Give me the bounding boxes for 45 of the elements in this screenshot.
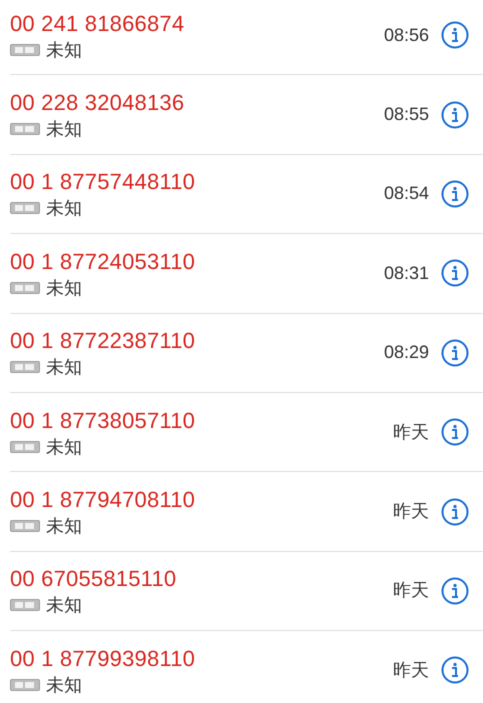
call-time: 昨天 <box>393 420 429 444</box>
call-time: 08:29 <box>384 341 429 364</box>
sim-badge-icon <box>10 282 40 294</box>
caller-label: 未知 <box>46 38 82 61</box>
call-time: 昨天 <box>393 500 429 524</box>
info-icon[interactable] <box>441 338 469 367</box>
sim-badge-icon <box>10 599 40 612</box>
call-time: 08:31 <box>384 262 429 285</box>
caller-label: 未知 <box>46 436 82 458</box>
call-time: 08:54 <box>384 182 429 206</box>
call-time: 昨天 <box>393 579 429 602</box>
info-icon[interactable] <box>441 259 469 288</box>
call-time: 昨天 <box>393 658 429 682</box>
phone-number: 00 1 87757448110 <box>10 168 196 196</box>
sim-badge-icon <box>10 361 40 374</box>
caller-label: 未知 <box>46 276 82 299</box>
caller-label: 未知 <box>46 515 82 538</box>
info-icon[interactable] <box>441 21 469 50</box>
phone-number: 00 241 81866874 <box>10 10 184 38</box>
info-icon[interactable] <box>441 100 469 129</box>
info-icon[interactable] <box>441 656 469 684</box>
call-time: 08:56 <box>384 24 429 47</box>
call-time: 08:55 <box>384 103 429 126</box>
sim-badge-icon <box>10 520 40 532</box>
sim-badge-icon <box>10 123 40 136</box>
caller-label: 未知 <box>46 197 82 220</box>
phone-number: 00 1 87722387110 <box>10 327 196 356</box>
phone-number: 00 1 87794708110 <box>10 486 196 514</box>
phone-number: 00 228 32048136 <box>10 89 184 118</box>
sim-badge-icon <box>10 678 40 691</box>
caller-label: 未知 <box>46 594 82 616</box>
phone-number: 00 1 87738057110 <box>10 406 196 435</box>
info-icon[interactable] <box>441 180 469 208</box>
caller-label: 未知 <box>46 118 82 140</box>
info-icon[interactable] <box>441 576 469 605</box>
phone-number: 00 1 87724053110 <box>10 248 196 276</box>
sim-badge-icon <box>10 202 40 214</box>
caller-label: 未知 <box>46 356 82 378</box>
phone-number: 00 1 87799398110 <box>10 644 196 673</box>
phone-number: 00 67055815110 <box>10 565 176 594</box>
info-icon[interactable] <box>441 498 469 526</box>
info-icon[interactable] <box>441 418 469 446</box>
sim-badge-icon <box>10 44 40 56</box>
caller-label: 未知 <box>46 674 82 696</box>
sim-badge-icon <box>10 440 40 453</box>
